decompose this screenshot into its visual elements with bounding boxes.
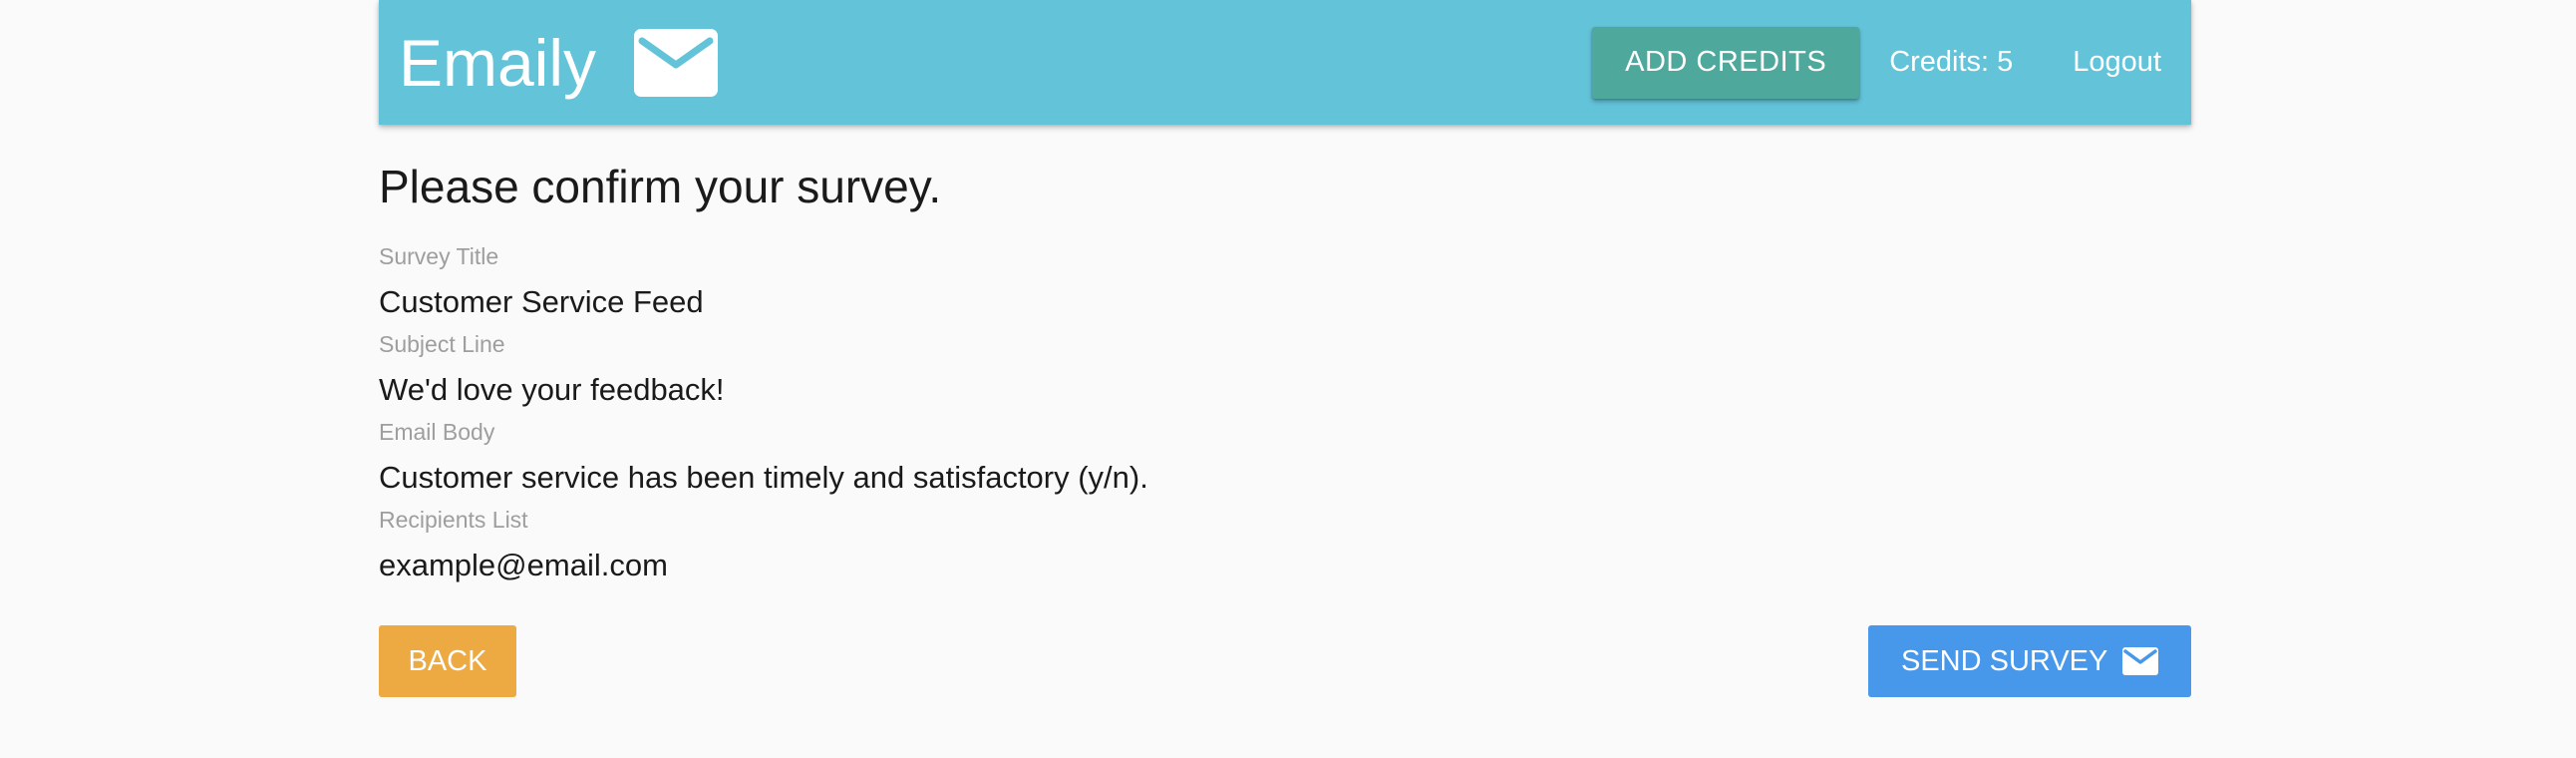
send-survey-label: SEND SURVEY [1901,644,2108,677]
field-label: Recipients List [379,507,528,533]
app-container: Emaily ADD CREDITS Credits: 5 Logout Ple… [379,0,2191,697]
field-value: Customer Service Feed [379,284,704,319]
field-email-body: Email Body Customer service has been tim… [379,419,1148,496]
field-value: example@email.com [379,548,668,582]
back-button[interactable]: BACK [379,625,516,697]
nav-right-menu: ADD CREDITS Credits: 5 Logout [1592,26,2161,99]
field-subject-line: Subject Line We'd love your feedback! [379,331,725,408]
back-button-label: BACK [408,644,487,677]
field-value: We'd love your feedback! [379,372,725,407]
field-value: Customer service has been timely and sat… [379,460,1148,495]
field-label: Email Body [379,419,495,445]
field-label: Survey Title [379,243,499,269]
mail-icon [634,28,719,97]
brand-link[interactable]: Emaily [399,25,719,100]
send-survey-button[interactable]: SEND SURVEY [1868,625,2191,697]
mail-icon [2122,647,2158,675]
field-label: Subject Line [379,331,505,357]
field-recipients-list: Recipients List example@email.com [379,507,668,583]
top-navbar: Emaily ADD CREDITS Credits: 5 Logout [379,0,2191,125]
add-credits-button[interactable]: ADD CREDITS [1592,26,1860,99]
page-title: Please confirm your survey. [379,161,942,212]
field-survey-title: Survey Title Customer Service Feed [379,243,704,320]
logout-link[interactable]: Logout [2073,46,2161,79]
brand-name: Emaily [399,25,597,100]
credits-count: Credits: 5 [1889,46,2014,78]
